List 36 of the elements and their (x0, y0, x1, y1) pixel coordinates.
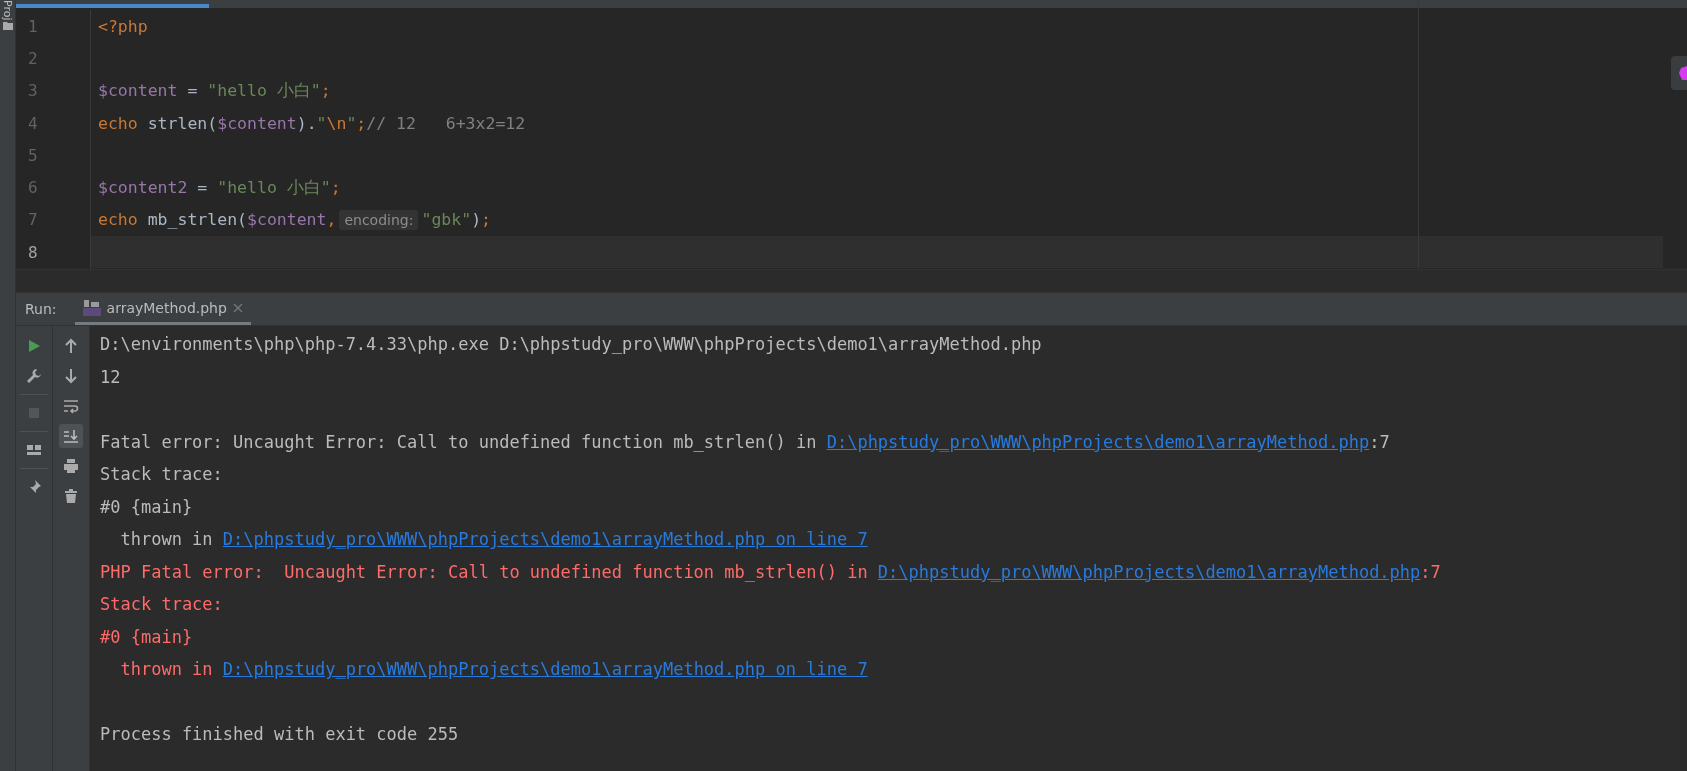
folder-icon (2, 20, 13, 30)
code-line: echo mb_strlen($content, encoding: "gbk"); (97, 208, 492, 232)
line-number: 4 (27, 112, 39, 135)
console-line: Process finished with exit code 255 (100, 723, 460, 747)
line-number: 1 (27, 15, 39, 38)
console-line: thrown in D:\phpstudy_pro\WWW\phpProjects\demo1\arrayMethod.php on line 7 (119, 658, 869, 682)
file-link[interactable]: D:\phpstudy_pro\WWW\phpProjects\demo1\arrayMethod.php (877, 561, 1421, 582)
console-line: Stack trace: (100, 463, 224, 487)
line-number: 8 (27, 241, 39, 264)
line-number: 6 (27, 177, 39, 200)
line-number: 7 (27, 209, 39, 232)
code-line: $content2 = "hello 小白"; (97, 176, 342, 200)
console-line: #0 {main} (100, 495, 194, 519)
console-line: thrown in D:\phpstudy_pro\WWW\phpProjects\demo1\arrayMethod.php on line 7 (119, 528, 869, 552)
run-label: Run: (25, 301, 57, 317)
file-link[interactable]: D:\phpstudy_pro\WWW\phpProjects\demo1\arrayMethod.php on line 7 (222, 529, 868, 550)
console-line: Stack trace: (100, 593, 224, 617)
console-line: PHP Fatal error: Uncaught Error: Call to undefined function mb_strlen() in D:\phpstudy_pro\WWW\phpProjects\demo1\arrayMethod.php:7 (100, 560, 1442, 584)
code-line: $content = "hello 小白"; (97, 79, 332, 103)
file-link[interactable]: D:\phpstudy_pro\WWW\phpProjects\demo1\arrayMethod.php (826, 431, 1370, 452)
console-line: #0 {main} (100, 625, 194, 649)
gem-icon[interactable] (1671, 56, 1687, 90)
line-number: 3 (27, 80, 39, 103)
project-tool-tab[interactable]: Proj (1, 0, 14, 21)
code-line: echo strlen($content)."\n";// 12 6+3x2=12 (97, 112, 527, 135)
php-file-icon (82, 298, 101, 317)
parameter-hint: encoding: (339, 209, 419, 230)
console-line: Fatal error: Uncaught Error: Call to undefined function mb_strlen() in D:\phpstudy_pro\WWW\phpProjects\demo1\arrayMethod.php:7 (100, 430, 1391, 454)
console-line: D:\environments\php\php-7.4.33\php.exe D:\phpstudy_pro\WWW\phpProjects\demo1\arrayMethod.php (100, 333, 1043, 357)
code-line: <?php (97, 15, 149, 38)
close-icon (232, 302, 243, 313)
file-link[interactable]: D:\phpstudy_pro\WWW\phpProjects\demo1\arrayMethod.php on line 7 (222, 659, 868, 680)
line-number: 5 (27, 144, 39, 167)
scroll-to-end-icon[interactable] (59, 424, 83, 448)
console-line: 12 (100, 365, 122, 389)
line-number: 2 (27, 47, 39, 70)
